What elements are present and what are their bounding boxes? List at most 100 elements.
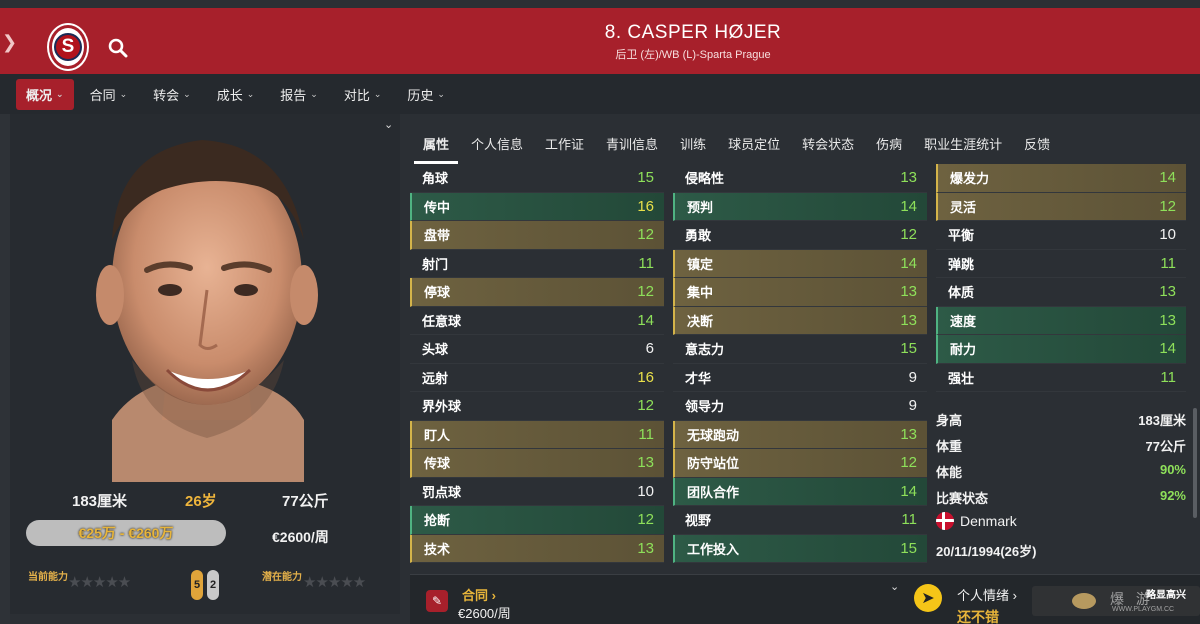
attribute-row[interactable]: 强壮 11 <box>936 364 1186 392</box>
attribute-name: 界外球 <box>422 399 462 415</box>
attribute-value: 13 <box>1159 311 1176 329</box>
attribute-value: 12 <box>900 226 917 244</box>
attribute-row[interactable]: 界外球 12 <box>410 392 664 421</box>
attribute-name: 体质 <box>948 285 975 301</box>
attribute-row[interactable]: 团队合作 14 <box>673 477 927 506</box>
nav-contract[interactable]: 合同 ⌄ <box>80 79 138 110</box>
attribute-value: 12 <box>900 454 917 472</box>
watermark-logo-icon <box>1072 593 1096 609</box>
attribute-row[interactable]: 体质 13 <box>936 278 1186 307</box>
attribute-row[interactable]: 技术 13 <box>410 534 664 563</box>
player-position-subtitle: 后卫 (左)/WB (L)-Sparta Prague <box>615 49 771 61</box>
attribute-name: 视野 <box>685 513 712 529</box>
attribute-name: 勇敢 <box>685 228 712 244</box>
attribute-row[interactable]: 弹跳 11 <box>936 250 1186 278</box>
nav-development[interactable]: 成长 ⌄ <box>207 79 265 110</box>
attribute-row[interactable]: 爆发力 14 <box>936 164 1186 193</box>
tab-work-permit[interactable]: 工作证 <box>536 130 593 160</box>
tab-youth-info[interactable]: 青训信息 <box>597 130 667 160</box>
attribute-row[interactable]: 罚点球 10 <box>410 478 664 506</box>
attribute-row[interactable]: 意志力 15 <box>673 335 927 364</box>
nav-label: 转会 <box>153 87 180 103</box>
attribute-row[interactable]: 决断 13 <box>673 306 927 335</box>
denmark-flag-icon <box>936 512 954 530</box>
attribute-row[interactable]: 角球 15 <box>410 164 664 193</box>
attribute-row[interactable]: 盯人 11 <box>410 420 664 449</box>
nav-label: 成长 <box>216 87 243 103</box>
mood-link[interactable]: 个人情绪 › <box>957 585 1017 604</box>
contract-wage: €2600/周 <box>458 606 511 621</box>
attribute-row[interactable]: 侵略性 13 <box>673 164 927 193</box>
attribute-row[interactable]: 传球 13 <box>410 449 664 478</box>
attribute-value: 16 <box>637 368 654 386</box>
attribute-row[interactable]: 集中 13 <box>673 278 927 307</box>
attribute-row[interactable]: 无球跑动 13 <box>673 420 927 449</box>
attribute-row[interactable]: 镇定 14 <box>673 249 927 278</box>
attribute-name: 侵略性 <box>685 171 725 187</box>
nav-label: 历史 <box>407 87 434 103</box>
attribute-name: 灵活 <box>950 199 977 215</box>
transfer-value-pill[interactable]: €25万 - €260万 <box>26 520 226 546</box>
attribute-value: 14 <box>1159 340 1176 358</box>
info-match-label: 比赛状态 <box>936 491 989 506</box>
attribute-row[interactable]: 传中 16 <box>410 192 664 221</box>
player-header: ❯ S 8. CASPER HØJER 后卫 (左)/WB (L)-Sparta… <box>0 8 1200 74</box>
tab-personal-info[interactable]: 个人信息 <box>462 130 532 160</box>
attribute-row[interactable]: 平衡 10 <box>936 221 1186 250</box>
attribute-row[interactable]: 耐力 14 <box>936 335 1186 364</box>
right-foot-rating: 2 <box>207 570 219 600</box>
attribute-row[interactable]: 预判 14 <box>673 192 927 221</box>
attribute-row[interactable]: 才华 9 <box>673 364 927 392</box>
nav-overview[interactable]: 概况 ⌄ <box>16 78 74 110</box>
chevron-down-icon[interactable]: ⌄ <box>384 118 393 131</box>
nav-reports[interactable]: 报告 ⌄ <box>270 79 328 110</box>
attribute-row[interactable]: 盘带 12 <box>410 221 664 250</box>
current-ability-label: 当前能力 <box>28 572 68 583</box>
attribute-row[interactable]: 速度 13 <box>936 306 1186 335</box>
attribute-row[interactable]: 射门 11 <box>410 250 664 278</box>
tab-training[interactable]: 训练 <box>671 130 715 160</box>
nationality-name: Denmark <box>960 513 1017 529</box>
nationality[interactable]: Denmark <box>936 512 1017 530</box>
attribute-row[interactable]: 停球 12 <box>410 278 664 307</box>
profile-wage: €2600/周 <box>272 529 329 545</box>
nav-label: 对比 <box>343 87 370 103</box>
mood-arrow-icon: ➤ <box>914 584 942 612</box>
tab-career-stats[interactable]: 职业生涯统计 <box>915 130 1011 160</box>
attribute-name: 传球 <box>424 456 451 472</box>
technical-attributes: 角球 15 传中 16 盘带 12 射门 11 停球 12 任意球 14 头球 6 远射 16 界外球 12 盯人 1… <box>410 164 664 563</box>
tab-attributes[interactable]: 属性 <box>414 130 459 164</box>
date-of-birth: 20/11/1994(26岁) <box>936 544 1037 559</box>
attribute-row[interactable]: 任意球 14 <box>410 307 664 335</box>
transfer-value: €25万 - €260万 <box>78 525 174 541</box>
tab-positions[interactable]: 球员定位 <box>719 130 789 160</box>
chevron-down-icon[interactable]: ⌄ <box>890 580 899 593</box>
attribute-row[interactable]: 防守站位 12 <box>673 449 927 478</box>
attribute-name: 意志力 <box>685 342 725 358</box>
attribute-name: 射门 <box>422 256 449 272</box>
info-weight-label: 体重 <box>936 439 963 454</box>
tab-transfer-status[interactable]: 转会状态 <box>793 130 863 160</box>
chevron-down-icon: ⌄ <box>56 88 64 99</box>
contract-link[interactable]: 合同 › <box>462 585 496 604</box>
nav-transfer[interactable]: 转会 ⌄ <box>143 79 201 110</box>
attribute-row[interactable]: 领导力 9 <box>673 392 927 421</box>
nav-history[interactable]: 历史 ⌄ <box>397 79 455 110</box>
attribute-row[interactable]: 灵活 12 <box>936 192 1186 221</box>
attribute-row[interactable]: 远射 16 <box>410 364 664 392</box>
nav-compare[interactable]: 对比 ⌄ <box>334 79 392 110</box>
attribute-row[interactable]: 勇敢 12 <box>673 221 927 250</box>
attribute-row[interactable]: 视野 11 <box>673 506 927 535</box>
attribute-row[interactable]: 头球 6 <box>410 335 664 364</box>
attribute-row[interactable]: 抢断 12 <box>410 506 664 535</box>
attribute-value: 15 <box>900 539 917 557</box>
attribute-name: 工作投入 <box>687 541 740 557</box>
tab-injuries[interactable]: 伤病 <box>867 130 911 160</box>
attribute-row[interactable]: 工作投入 15 <box>673 534 927 563</box>
tab-feedback[interactable]: 反馈 <box>1015 130 1059 160</box>
chevron-down-icon: ⌄ <box>310 88 318 99</box>
info-scrollbar[interactable] <box>1193 408 1197 518</box>
contract-icon: ✎ <box>426 590 448 612</box>
attribute-value: 14 <box>1159 169 1176 187</box>
info-match-value: 92% <box>1159 488 1186 503</box>
